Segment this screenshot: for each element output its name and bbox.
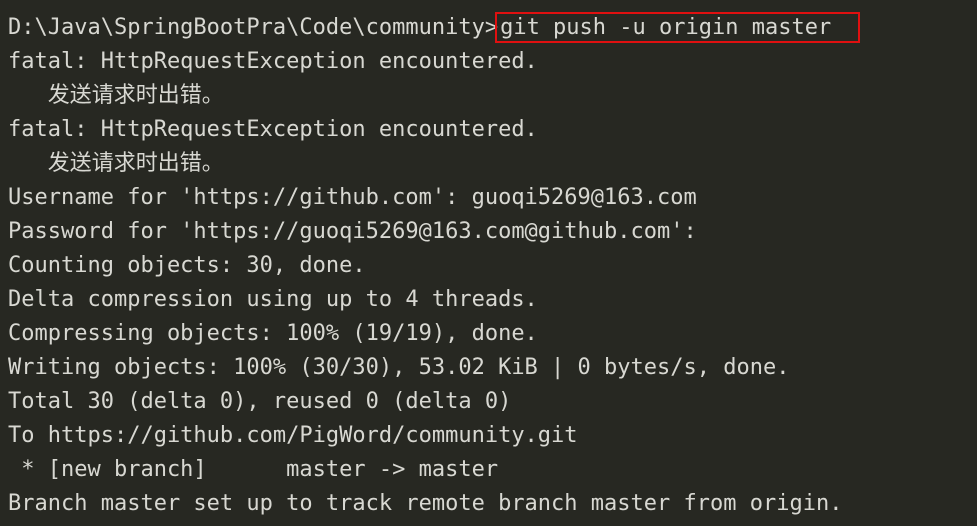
- output-line-counting: Counting objects: 30, done.: [8, 253, 366, 278]
- output-line-send-error-1: 发送请求时出错。: [8, 83, 224, 108]
- output-line-username: Username for 'https://github.com': guoqi…: [8, 185, 697, 210]
- output-line-send-error-2: 发送请求时出错。: [8, 151, 224, 176]
- output-line-remote-url: To https://github.com/PigWord/community.…: [8, 423, 578, 448]
- output-line-writing: Writing objects: 100% (30/30), 53.02 KiB…: [8, 355, 790, 380]
- command-line: D:\Java\SpringBootPra\Code\community>git…: [8, 11, 977, 45]
- output-line-password: Password for 'https://guoqi5269@163.com@…: [8, 219, 697, 244]
- terminal-window[interactable]: D:\Java\SpringBootPra\Code\community>git…: [0, 0, 977, 526]
- output-line-new-branch: * [new branch] master -> master: [8, 457, 499, 482]
- output-line-http-error-2: fatal: HttpRequestException encountered.: [8, 117, 538, 142]
- output-line-tracking: Branch master set up to track remote bra…: [8, 491, 843, 516]
- output-line-delta: Delta compression using up to 4 threads.: [8, 287, 538, 312]
- output-line-http-error-1: fatal: HttpRequestException encountered.: [8, 49, 538, 74]
- prompt-path: D:\Java\SpringBootPra\Code\community>: [8, 15, 499, 40]
- highlighted-command: git push -u origin master: [495, 12, 861, 43]
- output-line-compressing: Compressing objects: 100% (19/19), done.: [8, 321, 538, 346]
- output-line-total: Total 30 (delta 0), reused 0 (delta 0): [8, 389, 512, 414]
